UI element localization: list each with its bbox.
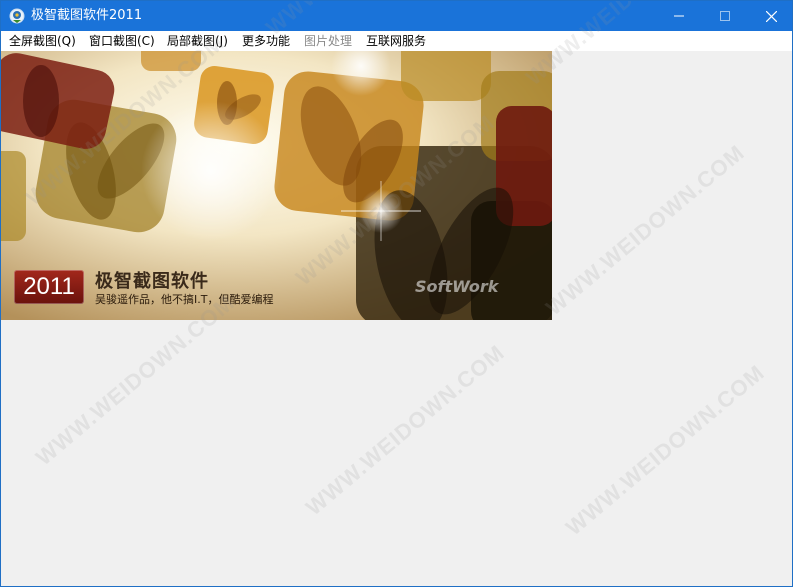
client-area: 2011 极智截图软件 吴骏遥作品，他不搞I.T，但酷爱编程 SoftWork … xyxy=(1,1,792,586)
menu-more-features[interactable]: 更多功能 xyxy=(240,31,292,51)
watermark: WWW.WEIDOWN.COM xyxy=(561,359,770,541)
menu-window-capture[interactable]: 窗口截图(C) xyxy=(87,31,157,51)
maximize-icon xyxy=(720,11,730,21)
watermark: WWW.WEIDOWN.COM xyxy=(301,339,510,521)
minimize-button[interactable] xyxy=(656,1,702,31)
close-icon xyxy=(765,10,777,22)
brand-mark: SoftWork xyxy=(415,277,499,296)
close-button[interactable] xyxy=(748,1,792,31)
title-bar[interactable]: 极智截图软件2011 xyxy=(1,1,792,31)
product-name: 极智截图软件 xyxy=(95,271,209,292)
maximize-button[interactable] xyxy=(702,1,748,31)
menu-region-capture[interactable]: 局部截图(J) xyxy=(165,31,230,51)
menu-bar: 全屏截图(Q) 窗口截图(C) 局部截图(J) 更多功能 图片处理 互联网服务 xyxy=(1,31,792,51)
year-badge: 2011 xyxy=(14,270,84,304)
slogan-text: 吴骏遥作品，他不搞I.T，但酷爱编程 xyxy=(95,293,274,306)
app-window: 极智截图软件2011 全屏截图(Q) 窗口截图(C) 局部截图(J) 更多功能 … xyxy=(0,0,793,587)
minimize-icon xyxy=(674,15,684,17)
menu-fullscreen-capture[interactable]: 全屏截图(Q) xyxy=(7,31,78,51)
watermark: WWW.WEIDOWN.COM xyxy=(541,139,750,321)
app-logo-icon xyxy=(9,8,25,24)
window-title: 极智截图软件2011 xyxy=(31,8,143,23)
splash-banner: 2011 极智截图软件 吴骏遥作品，他不搞I.T，但酷爱编程 SoftWork xyxy=(1,51,552,320)
menu-image-processing[interactable]: 图片处理 xyxy=(302,31,354,51)
menu-internet-services[interactable]: 互联网服务 xyxy=(364,31,428,51)
